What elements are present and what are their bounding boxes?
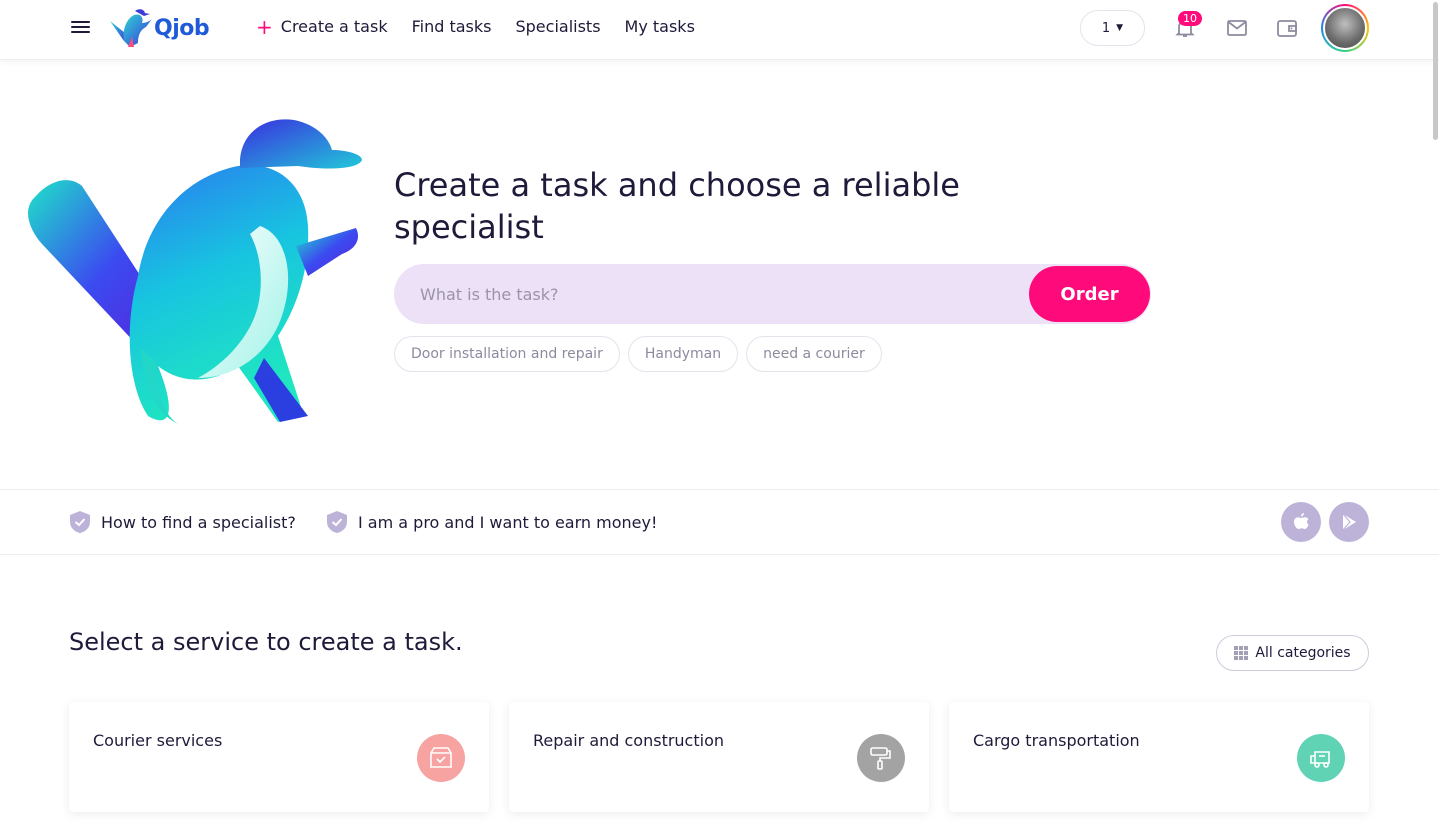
notification-badge: 10 [1178,11,1202,26]
nav-create-task[interactable]: + Create a task [256,14,388,39]
nav-my-tasks[interactable]: My tasks [625,17,695,36]
all-categories-label: All categories [1255,645,1351,661]
google-play-button[interactable] [1329,502,1369,542]
services-title: Select a service to create a task. [69,628,463,656]
suggestion-chips: Door installation and repair Handyman ne… [394,336,890,372]
nav-specialists[interactable]: Specialists [515,17,600,36]
chevron-down-icon: ▼ [1116,23,1124,33]
main-nav: + Create a task Find tasks Specialists M… [256,14,719,39]
nav-find-tasks[interactable]: Find tasks [412,17,492,36]
logo-text: Qjob [154,15,210,41]
service-card-repair[interactable]: Repair and construction [509,702,929,812]
paint-roller-icon [857,734,905,782]
pro-earn-label: I am a pro and I want to earn money! [358,512,658,532]
truck-icon [1297,734,1345,782]
task-search-bar: Order [394,264,1151,324]
pro-earn-link[interactable]: I am a pro and I want to earn money! [326,510,657,534]
grid-icon [1234,646,1249,660]
bird-logo-icon [110,9,152,47]
wallet-icon[interactable] [1275,16,1299,40]
service-card-title: Cargo transportation [973,731,1140,750]
all-categories-button[interactable]: All categories [1216,635,1369,671]
info-bar: How to find a specialist? I am a pro and… [0,489,1439,555]
menu-icon[interactable] [71,18,91,38]
play-store-icon [1342,513,1356,531]
plus-icon: + [256,14,273,39]
avatar-photo [1323,6,1367,50]
language-select[interactable]: 1 ▼ [1080,10,1145,46]
task-search-input[interactable] [394,264,1024,324]
chip-handyman[interactable]: Handyman [627,336,739,372]
top-header: Qjob + Create a task Find tasks Speciali… [0,0,1439,60]
order-button[interactable]: Order [1029,266,1150,322]
apple-icon [1294,513,1309,529]
logo[interactable]: Qjob [108,6,210,50]
nav-create-task-label: Create a task [280,17,388,36]
service-card-title: Repair and construction [533,731,724,750]
how-to-find-link[interactable]: How to find a specialist? [69,510,296,534]
mail-icon[interactable] [1225,16,1249,40]
page-scrollbar[interactable] [1431,0,1439,833]
user-avatar[interactable] [1321,4,1369,52]
shield-check-icon [70,511,90,533]
language-value: 1 [1101,20,1111,36]
hero-title: Create a task and choose a reliable spec… [394,166,960,246]
scrollbar-thumb[interactable] [1433,2,1438,140]
chip-need-courier[interactable]: need a courier [746,336,882,372]
service-card-cargo[interactable]: Cargo transportation [949,702,1369,812]
how-to-find-label: How to find a specialist? [101,512,296,532]
shield-check-icon [327,511,347,533]
box-icon [417,734,465,782]
mascot-bird-illustration [28,119,362,424]
app-store-button[interactable] [1281,502,1321,542]
chip-door-installation[interactable]: Door installation and repair [394,336,620,372]
service-card-title: Courier services [93,731,223,750]
service-card-courier[interactable]: Courier services [69,702,489,812]
